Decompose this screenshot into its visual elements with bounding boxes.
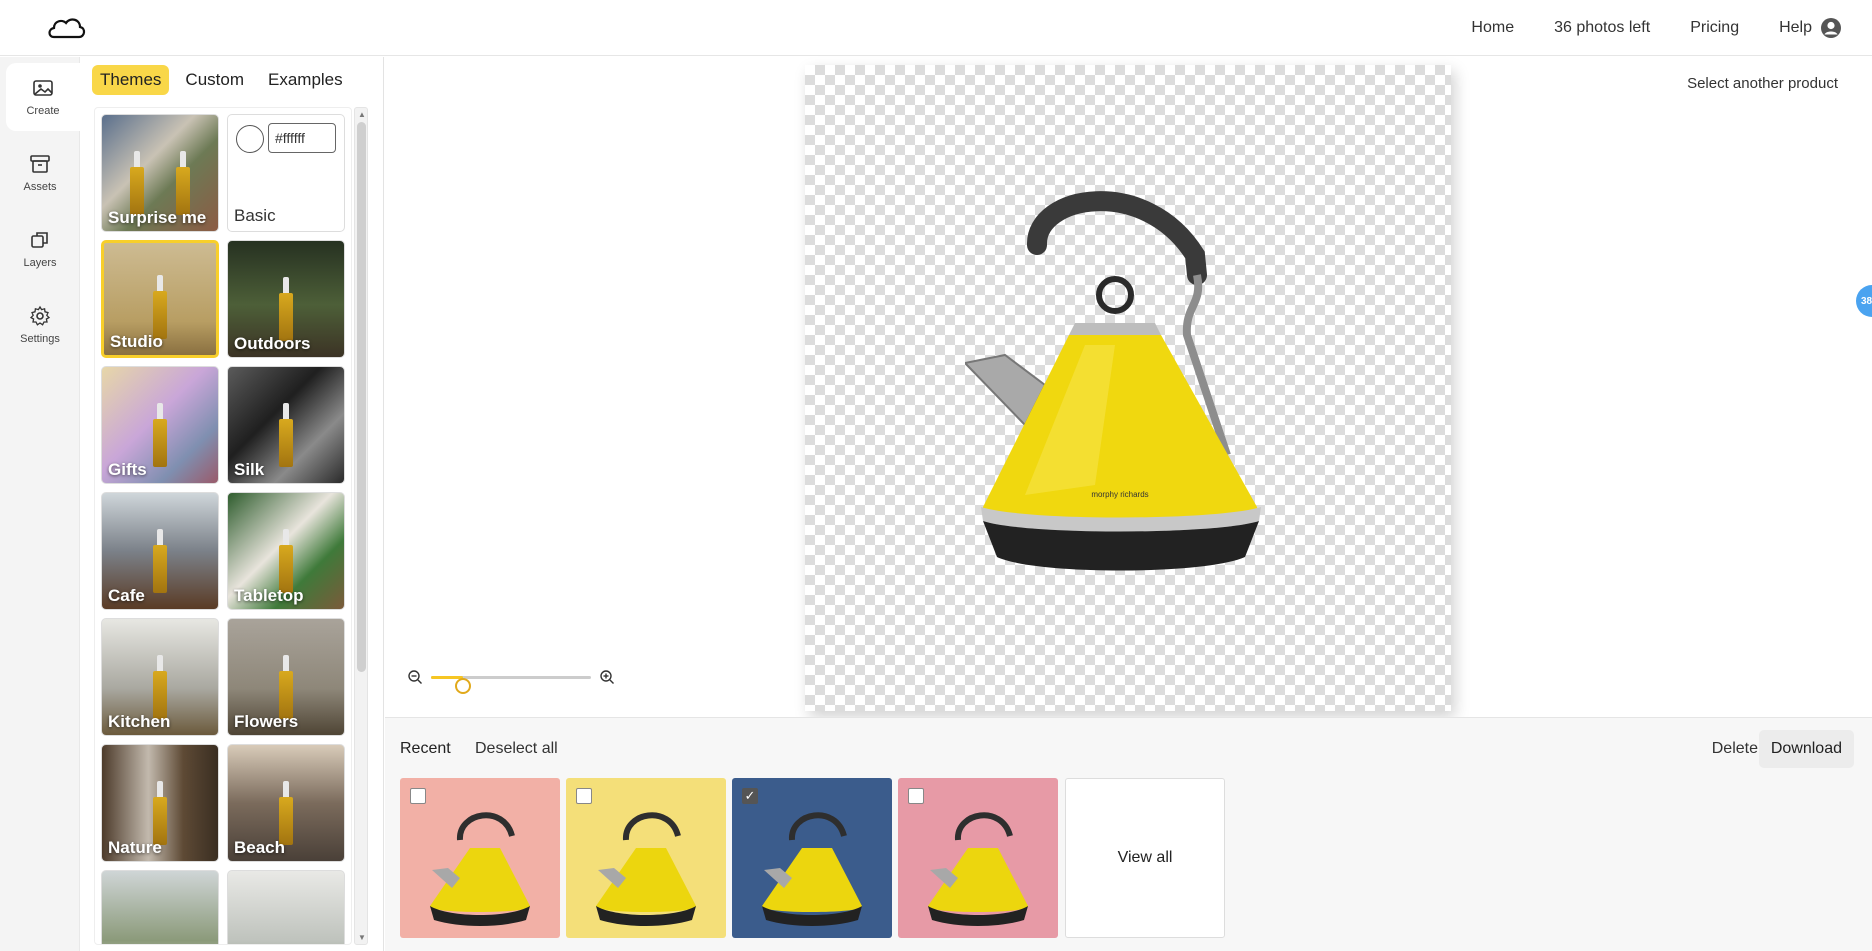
theme-grid: Surprise me Basic Studio Outdoors Gifts … xyxy=(94,107,352,945)
theme-label: Nature xyxy=(108,838,162,857)
select-another-product-link[interactable]: Select another product xyxy=(1687,75,1838,92)
theme-tile-gifts[interactable]: Gifts xyxy=(101,366,219,484)
theme-tile-silk[interactable]: Silk xyxy=(227,366,345,484)
panel-tabs: Themes Custom Examples xyxy=(92,65,351,95)
top-header: Home 36 photos left Pricing Help xyxy=(0,0,1872,56)
view-all-button[interactable]: View all xyxy=(1065,778,1225,938)
recent-thumbnail[interactable] xyxy=(400,778,560,938)
theme-label: Silk xyxy=(234,460,265,479)
scroll-down-icon[interactable]: ▼ xyxy=(355,933,369,942)
theme-tile-beach[interactable]: Beach xyxy=(227,744,345,862)
rail-settings-label: Settings xyxy=(20,333,60,345)
zoom-control xyxy=(407,667,617,694)
download-button[interactable]: Download xyxy=(1758,730,1854,768)
rail-assets-label: Assets xyxy=(23,181,57,193)
layers-icon xyxy=(31,232,48,248)
left-rail: Create Assets Layers Settings xyxy=(0,57,80,951)
theme-scrollbar[interactable]: ▲ ▼ xyxy=(354,107,368,945)
nav-pricing[interactable]: Pricing xyxy=(1690,19,1739,37)
theme-tile-row7-right[interactable] xyxy=(227,870,345,944)
theme-label: Studio xyxy=(110,332,163,351)
cloud-logo-icon[interactable] xyxy=(46,13,86,43)
theme-tile-row7-left[interactable] xyxy=(101,870,219,944)
transparent-canvas[interactable]: morphy richards xyxy=(805,65,1451,711)
theme-tile-surprise-me[interactable]: Surprise me xyxy=(101,114,219,232)
theme-tile-studio[interactable]: Studio xyxy=(101,240,219,358)
scroll-thumb[interactable] xyxy=(357,122,366,672)
rail-assets[interactable]: Assets xyxy=(0,139,80,207)
recent-thumbnail[interactable] xyxy=(898,778,1058,938)
theme-label: Beach xyxy=(234,838,286,857)
nav-help[interactable]: Help xyxy=(1779,19,1812,37)
theme-tile-nature[interactable]: Nature xyxy=(101,744,219,862)
theme-tile-kitchen[interactable]: Kitchen xyxy=(101,618,219,736)
rail-settings[interactable]: Settings xyxy=(0,291,80,359)
tab-custom[interactable]: Custom xyxy=(177,65,252,95)
zoom-knob[interactable] xyxy=(455,678,471,694)
theme-tile-cafe[interactable]: Cafe xyxy=(101,492,219,610)
kettle-product-image[interactable]: morphy richards xyxy=(965,185,1305,585)
thumbnail-checkbox[interactable]: ✓ xyxy=(742,788,758,804)
brand-text: morphy richards xyxy=(1091,490,1148,499)
top-nav: Home 36 photos left Pricing Help xyxy=(1471,0,1812,56)
theme-label: Gifts xyxy=(108,460,147,479)
thumbnail-checkbox[interactable] xyxy=(908,788,924,804)
theme-label: Kitchen xyxy=(108,712,171,731)
zoom-in-icon[interactable] xyxy=(599,669,615,685)
rail-create[interactable]: Create xyxy=(6,63,80,131)
gear-icon xyxy=(29,305,51,326)
nav-home[interactable]: Home xyxy=(1471,19,1514,37)
scroll-up-icon[interactable]: ▲ xyxy=(355,110,369,119)
image-icon xyxy=(33,80,53,96)
tab-themes[interactable]: Themes xyxy=(92,65,170,95)
zoom-slider[interactable] xyxy=(431,676,591,694)
theme-tile-tabletop[interactable]: Tabletop xyxy=(227,492,345,610)
theme-label: Tabletop xyxy=(234,586,304,605)
rail-layers-label: Layers xyxy=(23,257,57,269)
theme-label: Surprise me xyxy=(108,208,207,227)
rail-layers[interactable]: Layers xyxy=(0,215,80,283)
delete-button[interactable]: Delete xyxy=(1712,740,1758,758)
theme-label: Flowers xyxy=(234,712,299,731)
user-avatar-icon[interactable] xyxy=(1820,17,1842,39)
theme-tile-outdoors[interactable]: Outdoors xyxy=(227,240,345,358)
deselect-all-button[interactable]: Deselect all xyxy=(475,740,558,758)
recent-title: Recent xyxy=(400,740,451,757)
tab-examples[interactable]: Examples xyxy=(260,65,351,95)
nav-photos-left[interactable]: 36 photos left xyxy=(1554,19,1650,37)
theme-label: Outdoors xyxy=(234,334,311,353)
recent-thumbnail[interactable]: ✓ xyxy=(732,778,892,938)
hex-color-input[interactable] xyxy=(268,123,336,153)
recent-panel: Recent Deselect all Delete Download ✓ Vi… xyxy=(385,717,1872,951)
notification-badge[interactable]: 38M xyxy=(1856,285,1872,317)
theme-tile-basic[interactable]: Basic xyxy=(227,114,345,232)
theme-tile-flowers[interactable]: Flowers xyxy=(227,618,345,736)
zoom-out-icon[interactable] xyxy=(407,669,423,685)
color-swatch[interactable] xyxy=(236,125,264,153)
archive-icon xyxy=(30,155,50,173)
canvas-area: morphy richards Select another product 3… xyxy=(385,57,1872,717)
thumbnail-checkbox[interactable] xyxy=(576,788,592,804)
recent-thumbnail[interactable] xyxy=(566,778,726,938)
thumbnail-checkbox[interactable] xyxy=(410,788,426,804)
theme-panel: Themes Custom Examples Surprise me Basic… xyxy=(80,57,384,951)
theme-label: Basic xyxy=(234,206,276,225)
theme-label: Cafe xyxy=(108,586,145,605)
rail-create-label: Create xyxy=(26,105,60,117)
